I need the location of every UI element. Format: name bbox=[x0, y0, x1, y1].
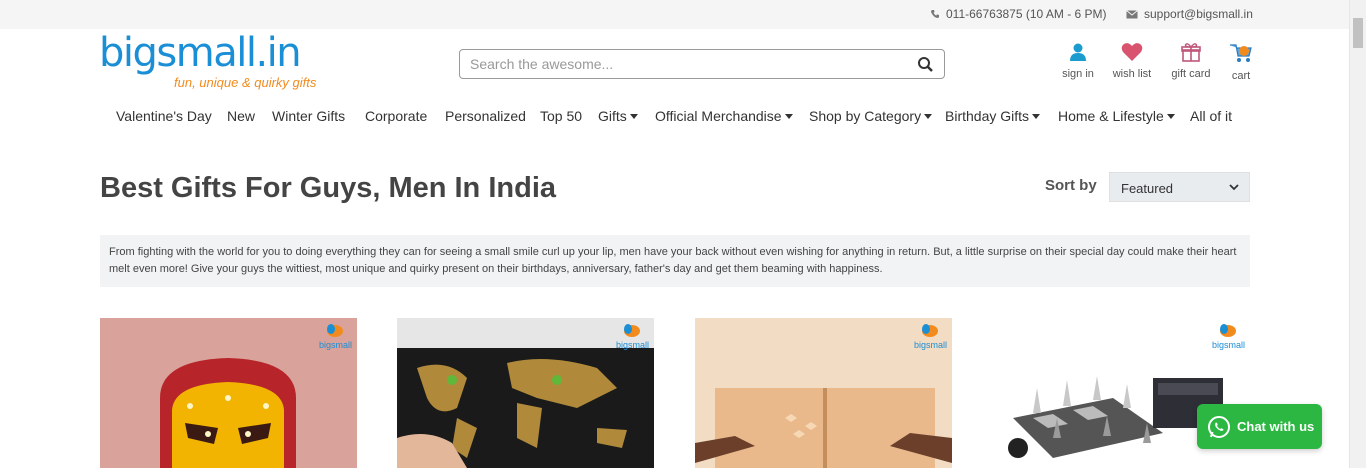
heart-icon bbox=[1121, 43, 1143, 61]
brand-text: bigsmall bbox=[319, 340, 353, 350]
nav-label: Shop by Category bbox=[809, 108, 922, 124]
brand-watermark: bigsmall bbox=[319, 322, 353, 350]
nav-label: Gifts bbox=[598, 108, 627, 124]
nav-item-top-50[interactable]: Top 50 bbox=[540, 108, 582, 124]
nav-item-birthday-gifts[interactable]: Birthday Gifts bbox=[945, 108, 1041, 124]
elephant-logo-icon bbox=[327, 324, 343, 337]
brand-text: bigsmall bbox=[914, 340, 948, 350]
chevron-down-icon bbox=[1229, 184, 1239, 191]
nav-label: Official Merchandise bbox=[655, 108, 782, 124]
email-info[interactable]: support@bigsmall.in bbox=[1126, 7, 1253, 21]
nav-item-winter-gifts[interactable]: Winter Gifts bbox=[272, 108, 345, 124]
nav-label: Valentine's Day bbox=[116, 108, 212, 124]
nav-label: Personalized bbox=[445, 108, 526, 124]
nav-label: Birthday Gifts bbox=[945, 108, 1030, 124]
sort-select[interactable]: Featured bbox=[1109, 172, 1250, 202]
brand-watermark: bigsmall bbox=[616, 322, 650, 350]
cart-icon bbox=[1230, 44, 1252, 62]
nav-item-official-merchandise[interactable]: Official Merchandise bbox=[655, 108, 793, 124]
brand-text: bigsmall bbox=[1212, 340, 1246, 350]
sort-label: Sort by bbox=[1045, 177, 1097, 194]
elephant-logo-icon bbox=[1220, 324, 1236, 337]
nav-item-home-lifestyle[interactable]: Home & Lifestyle bbox=[1058, 108, 1175, 124]
product-card[interactable]: bigsmall bbox=[695, 318, 952, 468]
nav-item-valentines-day[interactable]: Valentine's Day bbox=[116, 108, 212, 124]
nav-label: Top 50 bbox=[540, 108, 583, 124]
logo-name: bigsmall.in bbox=[99, 30, 302, 76]
brand-watermark: bigsmall bbox=[914, 322, 948, 350]
email-text[interactable]: support@bigsmall.in bbox=[1144, 7, 1253, 21]
whatsapp-icon bbox=[1208, 415, 1230, 438]
signin-label: sign in bbox=[1062, 68, 1094, 80]
chat-with-us-button[interactable]: Chat with us bbox=[1197, 404, 1322, 449]
caret-down-icon bbox=[629, 113, 638, 119]
nav-label: All of it bbox=[1190, 108, 1233, 124]
page-scrollbar[interactable] bbox=[1349, 0, 1366, 468]
search-input[interactable] bbox=[470, 56, 900, 72]
phone-icon bbox=[931, 10, 939, 18]
logo-tagline: fun, unique & quirky gifts bbox=[174, 75, 317, 90]
nav-label: New bbox=[227, 108, 256, 124]
product-card[interactable]: bigsmall bbox=[100, 318, 357, 468]
scrollbar-thumb[interactable] bbox=[1353, 18, 1363, 48]
nav-label: Home & Lifestyle bbox=[1058, 108, 1164, 124]
cart-link[interactable]: cart bbox=[1211, 42, 1271, 82]
nav-item-personalized[interactable]: Personalized bbox=[445, 108, 526, 124]
envelope-icon bbox=[1126, 9, 1138, 18]
search-icon[interactable] bbox=[917, 56, 934, 73]
elephant-logo-icon bbox=[922, 324, 938, 337]
product-card[interactable]: bigsmall bbox=[397, 318, 654, 468]
nav-label: Corporate bbox=[365, 108, 428, 124]
nav-item-corporate[interactable]: Corporate bbox=[365, 108, 427, 124]
category-description: From fighting with the world for you to … bbox=[100, 235, 1250, 287]
brand-text: bigsmall bbox=[616, 340, 650, 350]
sort-value: Featured bbox=[1121, 181, 1174, 196]
signin-link[interactable]: sign in bbox=[1048, 42, 1108, 80]
main-nav: Valentine's Day New Winter Gifts Corpora… bbox=[0, 108, 1366, 128]
chat-label: Chat with us bbox=[1237, 419, 1315, 434]
phone-text: 011-66763875 (10 AM - 6 PM) bbox=[946, 7, 1107, 21]
site-logo[interactable]: bigsmall.in fun, unique & quirky gifts bbox=[99, 30, 316, 90]
nav-label: Winter Gifts bbox=[272, 108, 346, 124]
page-title: Best Gifts For Guys, Men In India bbox=[100, 172, 556, 204]
caret-down-icon bbox=[1166, 113, 1175, 119]
brand-watermark: bigsmall bbox=[1212, 322, 1246, 350]
caret-down-icon bbox=[1032, 113, 1041, 119]
search-box bbox=[459, 49, 945, 79]
wishlist-label: wish list bbox=[1112, 68, 1152, 80]
phone-info: 011-66763875 (10 AM - 6 PM) bbox=[930, 7, 1107, 21]
elephant-logo-icon bbox=[624, 324, 640, 337]
user-icon bbox=[1070, 43, 1086, 61]
nav-item-new[interactable]: New bbox=[227, 108, 255, 124]
caret-down-icon bbox=[924, 113, 933, 119]
nav-item-shop-by-category[interactable]: Shop by Category bbox=[809, 108, 933, 124]
gift-icon bbox=[1181, 43, 1201, 62]
caret-down-icon bbox=[784, 113, 793, 119]
nav-item-gifts[interactable]: Gifts bbox=[598, 108, 638, 124]
nav-item-all-of-it[interactable]: All of it bbox=[1190, 108, 1232, 124]
cart-label: cart bbox=[1231, 70, 1251, 82]
top-info-bar: 011-66763875 (10 AM - 6 PM) support@bigs… bbox=[0, 0, 1366, 29]
wishlist-link[interactable]: wish list bbox=[1102, 42, 1162, 80]
